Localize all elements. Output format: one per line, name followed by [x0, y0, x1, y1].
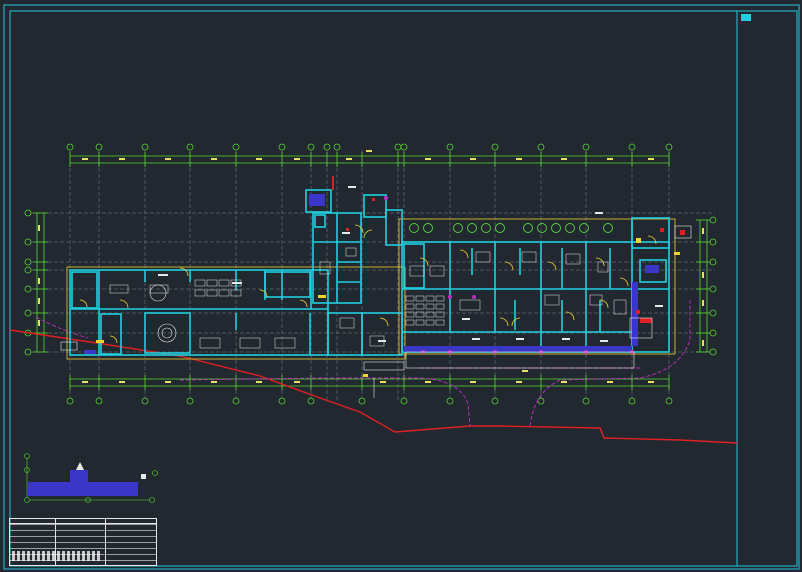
tree-icon — [409, 223, 613, 233]
axis-grid-horizontal — [30, 212, 715, 353]
east-wing-walls — [401, 217, 670, 353]
connector-walls — [305, 189, 403, 356]
site-elements — [60, 225, 692, 398]
room-labels — [158, 186, 663, 342]
title-block-notes — [12, 551, 102, 561]
west-wing-walls — [69, 269, 329, 356]
yellow-accents — [96, 238, 680, 377]
column-markers — [384, 196, 634, 354]
title-block-column — [105, 519, 106, 565]
axis-bubbles — [24, 143, 717, 405]
blue-fills — [28, 194, 659, 496]
title-block-header — [10, 519, 156, 524]
cad-drawing-sheet — [3, 4, 800, 570]
title-block — [9, 518, 157, 566]
circulation-path — [35, 300, 691, 427]
sheet-number-tag — [741, 14, 751, 21]
